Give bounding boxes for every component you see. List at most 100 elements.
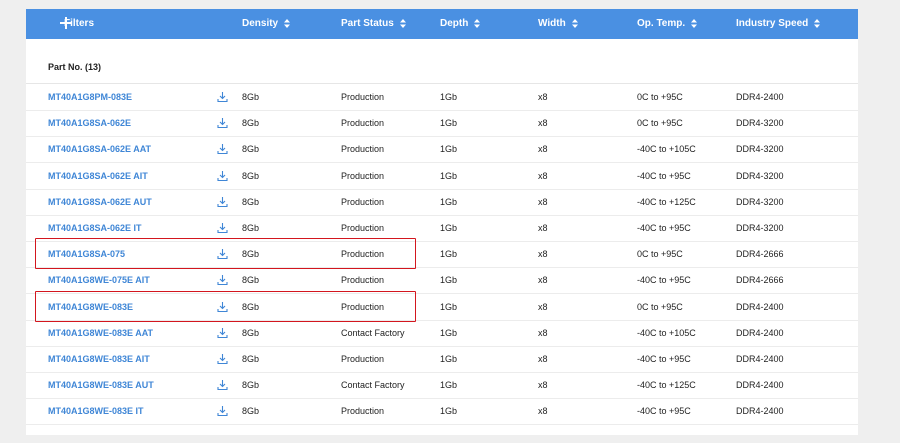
cell-op-temp: -40C to +95C (637, 354, 691, 364)
download-icon[interactable] (217, 196, 228, 208)
cell-industry-speed: DDR4-2400 (736, 380, 784, 391)
cell-part-status: Production (341, 118, 385, 129)
cell-width: x8 (538, 223, 548, 233)
cell-density: 8Gb (242, 223, 260, 233)
column-header-density[interactable]: Density (242, 9, 291, 39)
cell-op-temp: 0C to +95C (637, 92, 683, 102)
cell-op-temp: -40C to +125C (637, 380, 696, 391)
cell-part-status: Production (341, 354, 385, 364)
download-icon[interactable] (217, 91, 228, 103)
cell-depth: 1Gb (440, 170, 458, 181)
cell-depth: 1Gb (440, 301, 458, 312)
download-icon[interactable] (217, 274, 228, 286)
cell-depth: 1Gb (440, 92, 458, 102)
part-count-label: Part No. (13) (48, 62, 102, 72)
sort-icon (571, 18, 578, 28)
part-number-link[interactable]: MT40A1G8WE-083E AUT (48, 372, 154, 398)
cell-width: x8 (538, 92, 548, 102)
cell-part-status: Production (341, 301, 385, 312)
column-header-width[interactable]: Width (538, 9, 578, 39)
part-number-link[interactable]: MT40A1G8SA-062E IT (48, 215, 142, 241)
download-icon[interactable] (217, 143, 228, 155)
table-row: MT40A1G8SA-075 8Gb Production 1Gb x8 0C to +9… (26, 241, 858, 269)
part-number-link[interactable]: MT40A1G8WE-083E AAT (48, 320, 153, 346)
cell-width: x8 (538, 275, 548, 286)
part-number-link[interactable]: MT40A1G8WE-083E (48, 294, 133, 320)
part-number-link[interactable]: MT40A1G8SA-062E AAT (48, 136, 151, 162)
cell-density: 8Gb (242, 92, 260, 102)
cell-width: x8 (538, 380, 548, 391)
column-label: Industry Speed (736, 18, 809, 29)
cell-depth: 1Gb (440, 275, 458, 286)
cell-density: 8Gb (242, 327, 260, 338)
cell-part-status: Production (341, 249, 385, 260)
cell-depth: 1Gb (440, 223, 458, 233)
cell-op-temp: 0C to +95C (637, 301, 683, 312)
cell-part-status: Production (341, 170, 385, 181)
download-icon[interactable] (217, 117, 228, 129)
cell-op-temp: -40C to +95C (637, 170, 691, 181)
cell-part-status: Production (341, 275, 385, 286)
cell-depth: 1Gb (440, 196, 458, 207)
download-icon[interactable] (217, 301, 228, 313)
table-row: MT40A1G8SA-062E IT 8Gb Production 1Gb x8 -40C… (26, 215, 858, 242)
cell-industry-speed: DDR4-2400 (736, 327, 784, 338)
part-number-link[interactable]: MT40A1G8PM-083E (48, 84, 132, 110)
table-row: MT40A1G8WE-083E AUT 8Gb Contact Factory 1Gb… (26, 372, 858, 400)
cell-density: 8Gb (242, 118, 260, 129)
column-label: Op. Temp. (637, 18, 686, 29)
cell-industry-speed: DDR4-3200 (736, 144, 784, 155)
column-header-depth[interactable]: Depth (440, 9, 481, 39)
download-icon[interactable] (217, 405, 228, 417)
column-label: Part Status (341, 18, 394, 29)
cell-depth: 1Gb (440, 144, 458, 155)
download-icon[interactable] (217, 170, 228, 182)
cell-industry-speed: DDR4-3200 (736, 118, 784, 129)
cell-op-temp: -40C to +95C (637, 223, 691, 233)
table-row: MT40A1G8WE-075E AIT 8Gb Production 1Gb x8 -40… (26, 267, 858, 295)
cell-width: x8 (538, 354, 548, 364)
cell-op-temp: -40C to +105C (637, 327, 696, 338)
column-header-op-temp[interactable]: Op. Temp. (637, 9, 698, 39)
cell-op-temp: -40C to +105C (637, 144, 696, 155)
part-number-link[interactable]: MT40A1G8SA-062E AIT (48, 163, 148, 189)
cell-density: 8Gb (242, 406, 260, 417)
table-row: MT40A1G8WE-083E 8Gb Production 1Gb x8 0C to +… (26, 294, 858, 321)
download-icon[interactable] (217, 248, 228, 260)
download-icon[interactable] (217, 222, 228, 234)
cell-op-temp: -40C to +95C (637, 406, 691, 417)
table-row: MT40A1G8SA-062E AUT 8Gb Production 1Gb x8 -40… (26, 189, 858, 216)
column-header-part-status[interactable]: Part Status (341, 9, 406, 39)
part-number-link[interactable]: MT40A1G8WE-083E AIT (48, 346, 150, 372)
cell-depth: 1Gb (440, 354, 458, 364)
cell-density: 8Gb (242, 170, 260, 181)
parametric-table: Filters Density Part Status Depth Width … (26, 9, 858, 435)
download-icon[interactable] (217, 353, 228, 365)
cell-density: 8Gb (242, 196, 260, 207)
cell-density: 8Gb (242, 275, 260, 286)
download-icon[interactable] (217, 327, 228, 339)
download-icon[interactable] (217, 379, 228, 391)
cell-industry-speed: DDR4-2400 (736, 301, 784, 312)
part-number-link[interactable]: MT40A1G8SA-062E (48, 110, 131, 136)
table-row: MT40A1G8WE-083E IT 8Gb Production 1Gb x8 -40C… (26, 398, 858, 426)
cell-depth: 1Gb (440, 327, 458, 338)
table-row: MT40A1G8SA-062E AAT 8Gb Production 1Gb x8 -40… (26, 136, 858, 164)
part-number-link[interactable]: MT40A1G8SA-075 (48, 241, 125, 267)
part-number-link[interactable]: MT40A1G8SA-062E AUT (48, 189, 152, 215)
cell-industry-speed: DDR4-3200 (736, 170, 784, 181)
cell-op-temp: 0C to +95C (637, 118, 683, 129)
cell-part-status: Production (341, 406, 385, 417)
sort-icon (691, 18, 698, 28)
cell-part-status: Production (341, 196, 385, 207)
part-number-link[interactable]: MT40A1G8WE-075E AIT (48, 267, 150, 293)
cell-industry-speed: DDR4-2666 (736, 249, 784, 260)
filters-button[interactable]: Filters (43, 9, 103, 39)
table-row: MT40A1G8SA-062E AIT 8Gb Production 1Gb x8 -40… (26, 163, 858, 190)
cell-depth: 1Gb (440, 406, 458, 417)
cell-width: x8 (538, 327, 548, 338)
part-number-link[interactable]: MT40A1G8WE-083E IT (48, 398, 144, 424)
cell-width: x8 (538, 170, 548, 181)
cell-width: x8 (538, 249, 548, 260)
column-header-industry-speed[interactable]: Industry Speed (736, 9, 821, 39)
